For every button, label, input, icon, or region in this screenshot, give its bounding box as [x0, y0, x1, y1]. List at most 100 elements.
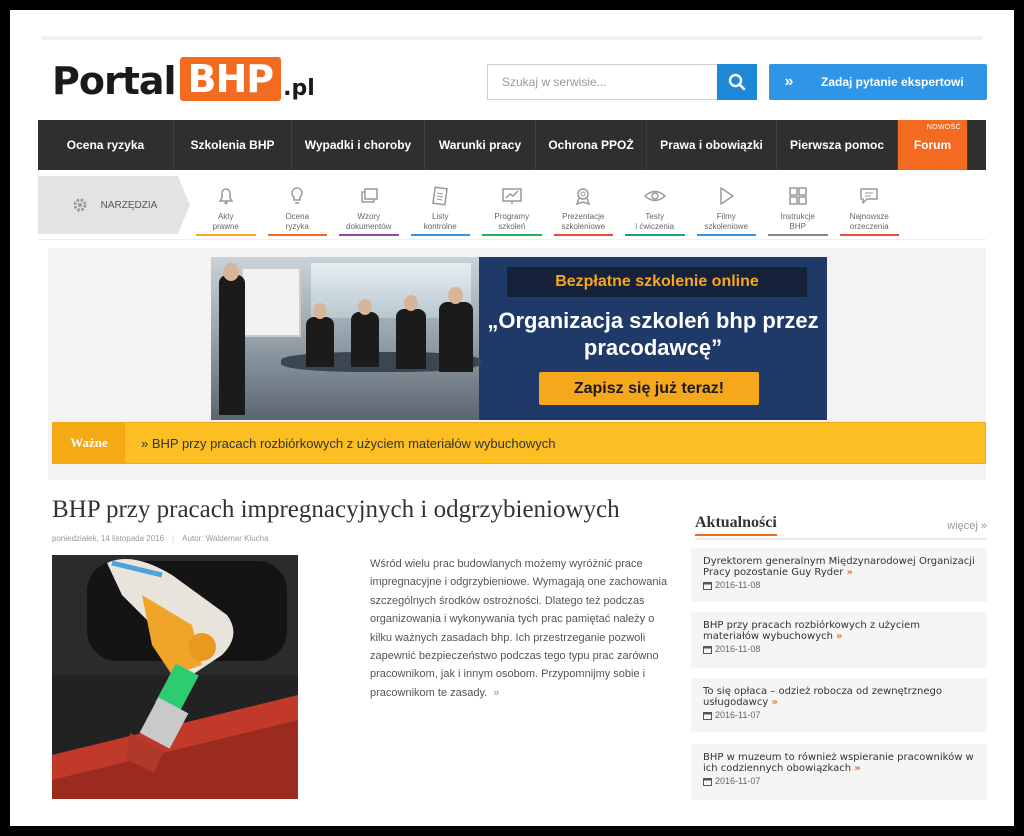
tool-orzeczenia[interactable]: Najnowsze orzeczenia	[834, 176, 906, 238]
tool-instrukcje[interactable]: Instrukcje BHP	[762, 176, 834, 238]
news-title: BHP w muzeum to również wspieranie praco…	[703, 752, 974, 774]
search-form	[487, 64, 757, 100]
tool-ocena-ryzyka[interactable]: Ocena ryzyka	[262, 176, 334, 238]
article-title[interactable]: BHP przy pracach impregnacyjnych i odgrz…	[52, 496, 620, 524]
tool-filmy[interactable]: Filmy szkoleniowe	[691, 176, 763, 238]
tool-label: Filmy szkoleniowe	[704, 212, 749, 231]
banner-title: Bezpłatne szkolenie online	[507, 267, 807, 297]
banner-cta-button[interactable]: Zapisz się już teraz!	[539, 372, 759, 405]
documents-icon	[361, 188, 378, 203]
article-date: poniedziałek, 14 listopada 2016	[52, 534, 165, 543]
tool-listy-kontrolne[interactable]: Listy kontrolne	[405, 176, 477, 238]
news-title: Dyrektorem generalnym Międzynarodowej Or…	[703, 556, 975, 578]
whiteboard-shape	[241, 267, 301, 337]
news-date: 2016-11-08	[715, 580, 761, 590]
tool-prezentacje[interactable]: Prezentacje szkoleniowe	[548, 176, 620, 238]
painting-illustration	[52, 555, 298, 799]
ask-expert-button[interactable]: » Zadaj pytanie ekspertowi	[769, 64, 987, 100]
tool-akty-prawne[interactable]: Akty prawne	[190, 176, 262, 238]
puzzle-icon	[789, 187, 807, 205]
tool-underline	[267, 234, 327, 236]
tools-label-text: NARZĘDZIA	[100, 199, 158, 211]
page-frame: Portal BHP .pl » Zadaj pytanie ekspertow…	[10, 10, 1014, 826]
nav-item-pierwsza-pomoc[interactable]: Pierwsza pomoc	[777, 120, 898, 170]
nav-label: Forum	[913, 138, 952, 152]
nav-label: Prawa i obowiązki	[660, 138, 763, 152]
news-item[interactable]: BHP w muzeum to również wspieranie praco…	[691, 744, 987, 800]
meta-separator: |	[172, 534, 175, 543]
news-header: Aktualności więcej »	[695, 514, 987, 540]
news-arrow-icon: »	[854, 763, 861, 774]
tool-testy[interactable]: Testy i ćwiczenia	[619, 176, 691, 238]
nav-item-szkolenia[interactable]: Szkolenia BHP	[174, 120, 292, 170]
calendar-icon	[703, 581, 712, 590]
tools-bar: NARZĘDZIA Akty prawne Ocena ryzyka Wzory…	[38, 176, 986, 240]
attendee-head	[358, 299, 372, 315]
news-date: 2016-11-08	[715, 644, 761, 654]
tool-label: Wzory dokumentów	[346, 212, 392, 231]
search-button[interactable]	[717, 64, 757, 100]
presenter-shape	[219, 275, 245, 415]
news-arrow-icon: »	[771, 697, 778, 708]
nav-label: Warunki pracy	[438, 138, 522, 152]
tool-underline	[339, 234, 399, 236]
tool-label: Akty prawne	[212, 212, 239, 231]
tool-wzory-dokumentow[interactable]: Wzory dokumentów	[333, 176, 405, 238]
nav-label: Pierwsza pomoc	[789, 138, 885, 152]
search-icon	[728, 73, 746, 91]
attendee-shape	[306, 317, 334, 367]
tool-underline	[410, 234, 470, 236]
logo-bhp-text: BHP	[179, 57, 282, 101]
tool-programy-szkolen[interactable]: Programy szkoleń	[476, 176, 548, 238]
nav-item-warunki[interactable]: Warunki pracy	[425, 120, 536, 170]
ask-expert-label: Zadaj pytanie ekspertowi	[821, 75, 964, 89]
nav-label: Ochrona PPOŻ	[548, 138, 634, 152]
important-label: Ważne	[53, 423, 125, 463]
nav-item-ocena-ryzyka[interactable]: Ocena ryzyka	[38, 120, 174, 170]
nav-label: Wypadki i choroby	[304, 138, 412, 152]
attendee-shape	[351, 312, 379, 367]
tool-label: Najnowsze orzeczenia	[849, 212, 889, 231]
promo-banner[interactable]: Bezpłatne szkolenie online „Organizacja …	[211, 257, 827, 420]
ask-chevron-icon: »	[784, 73, 794, 90]
checklist-icon	[432, 186, 449, 206]
nav-item-ppoz[interactable]: Ochrona PPOŻ	[536, 120, 647, 170]
important-link[interactable]: » BHP przy pracach rozbiórkowych z użyci…	[125, 436, 555, 451]
meeting-photo	[211, 257, 481, 420]
nav-item-prawa[interactable]: Prawa i obowiązki	[647, 120, 777, 170]
presenter-head	[223, 263, 239, 281]
news-item[interactable]: BHP przy pracach rozbiórkowych z użyciem…	[691, 612, 987, 668]
chat-icon	[860, 188, 878, 204]
tool-underline	[696, 234, 756, 236]
article-author: Autor: Waldemar Klucha	[182, 534, 269, 543]
tool-label: Ocena ryzyka	[285, 212, 310, 231]
nav-item-wypadki[interactable]: Wypadki i choroby	[292, 120, 425, 170]
read-more-link[interactable]: »	[493, 687, 499, 699]
article-excerpt: Wśród wielu prac budowlanych możemy wyró…	[370, 555, 668, 702]
tool-underline	[625, 234, 685, 236]
attendee-head	[404, 295, 418, 311]
news-item[interactable]: To się opłaca – odzież robocza od zewnęt…	[691, 678, 987, 732]
article-image[interactable]	[52, 555, 298, 799]
calendar-icon	[703, 645, 712, 654]
logo-portal-text: Portal	[52, 59, 177, 103]
attendee-head	[313, 303, 327, 319]
nav-label: Ocena ryzyka	[66, 138, 145, 152]
gear-icon	[73, 198, 87, 212]
news-item[interactable]: Dyrektorem generalnym Międzynarodowej Or…	[691, 548, 987, 602]
nav-item-forum[interactable]: NOWOŚĆ Forum	[898, 120, 968, 170]
calendar-icon	[703, 777, 712, 786]
lightbulb-icon	[291, 187, 303, 204]
site-logo[interactable]: Portal BHP .pl	[52, 55, 315, 101]
news-arrow-icon: »	[846, 567, 853, 578]
search-input[interactable]	[487, 64, 717, 100]
tool-label: Instrukcje BHP	[780, 212, 815, 231]
important-bar: Ważne » BHP przy pracach rozbiórkowych z…	[52, 422, 986, 464]
main-nav: Ocena ryzyka Szkolenia BHP Wypadki i cho…	[38, 120, 986, 170]
bell-icon	[218, 188, 234, 205]
attendee-shape	[439, 302, 473, 372]
news-date: 2016-11-07	[715, 776, 761, 786]
logo-pl-text: .pl	[283, 76, 315, 101]
news-more-link[interactable]: więcej »	[947, 520, 987, 532]
news-date: 2016-11-07	[715, 710, 761, 720]
